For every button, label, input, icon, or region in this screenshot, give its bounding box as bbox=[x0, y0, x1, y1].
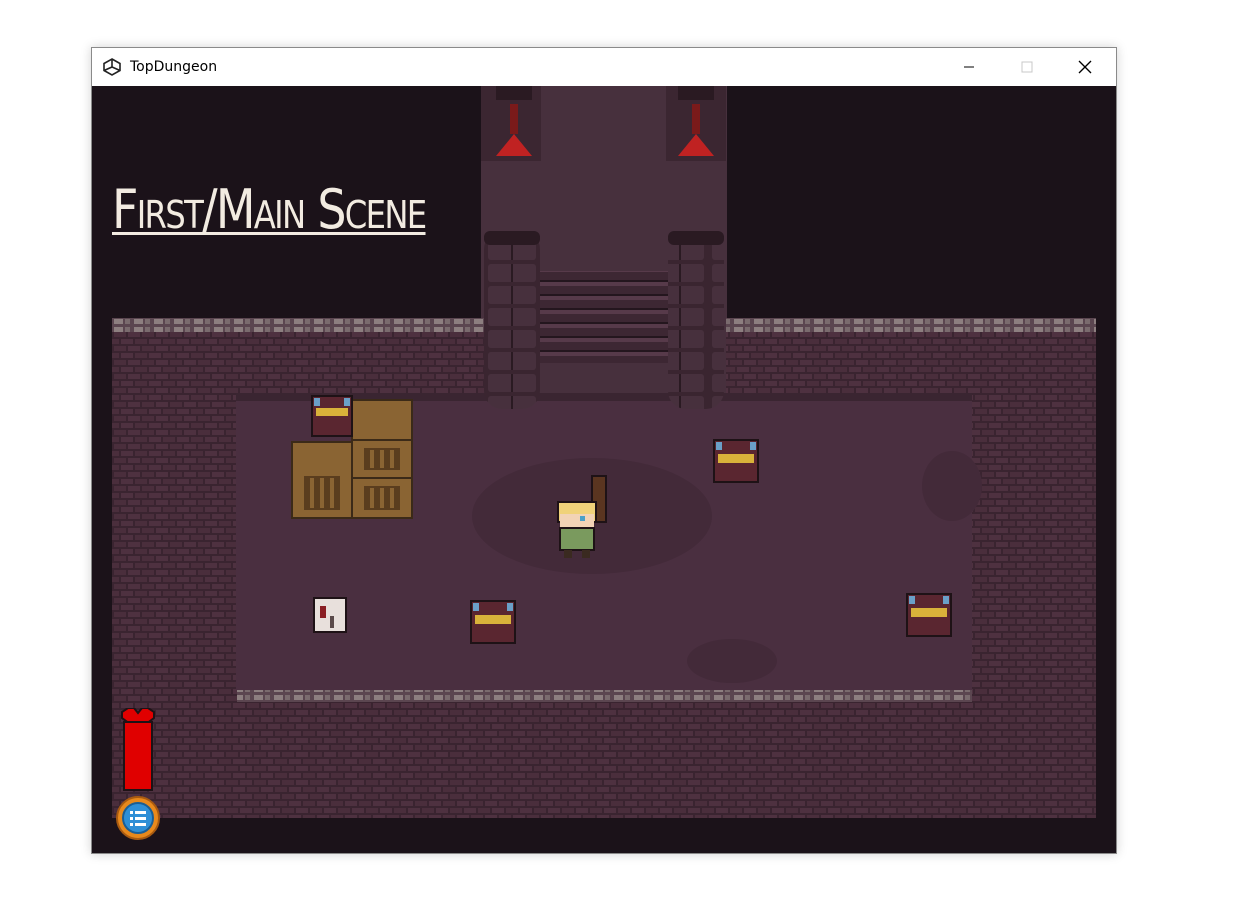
health-fill bbox=[123, 721, 153, 791]
window-title: TopDungeon bbox=[130, 59, 218, 75]
pillar-left bbox=[484, 231, 540, 409]
chest bbox=[906, 593, 952, 637]
bottom-wall bbox=[112, 690, 1096, 818]
unity-icon bbox=[102, 56, 124, 78]
pillar-right bbox=[668, 231, 724, 409]
maximize-icon bbox=[1021, 61, 1033, 73]
enemy-ghost bbox=[313, 597, 347, 633]
close-button[interactable] bbox=[1062, 48, 1108, 86]
chest bbox=[311, 395, 353, 437]
chest bbox=[713, 439, 759, 483]
close-icon bbox=[1078, 60, 1092, 74]
scene-title: First/Main Scene bbox=[112, 178, 427, 241]
menu-icon bbox=[116, 796, 160, 840]
maximize-button[interactable] bbox=[1004, 48, 1050, 86]
game-viewport[interactable]: First/Main Scene bbox=[92, 86, 1116, 853]
chest bbox=[470, 600, 516, 644]
minimize-button[interactable] bbox=[946, 48, 992, 86]
menu-button[interactable] bbox=[116, 796, 160, 840]
minimize-icon bbox=[964, 66, 974, 68]
game-window: TopDungeon First/Main Scene bbox=[91, 47, 1117, 854]
title-bar[interactable]: TopDungeon bbox=[92, 48, 1116, 86]
